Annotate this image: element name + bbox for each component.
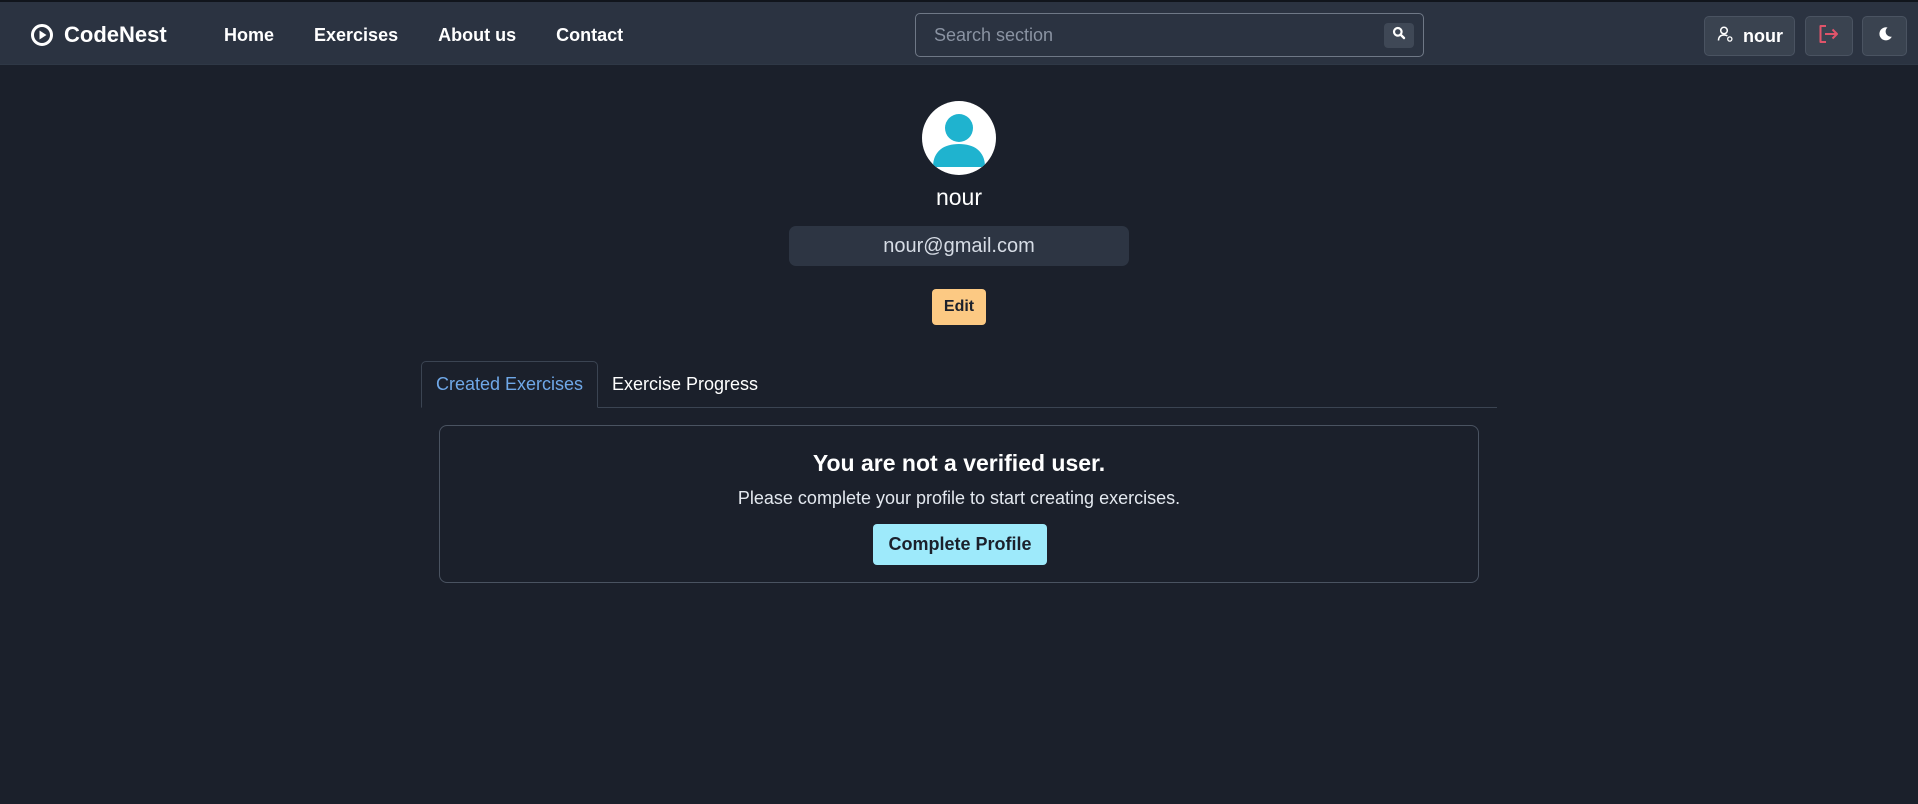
user-name-label: nour xyxy=(1743,25,1783,46)
tab-exercise-progress[interactable]: Exercise Progress xyxy=(602,361,768,408)
nav-link-contact[interactable]: Contact xyxy=(556,22,623,48)
complete-profile-button[interactable]: Complete Profile xyxy=(873,524,1047,565)
theme-toggle-button[interactable] xyxy=(1862,16,1907,56)
nav-link-about[interactable]: About us xyxy=(438,22,516,48)
play-circle-icon xyxy=(30,23,54,47)
email-display: nour@gmail.com xyxy=(789,226,1129,266)
logout-icon xyxy=(1818,24,1840,49)
verification-card: You are not a verified user. Please comp… xyxy=(439,425,1479,583)
user-icon xyxy=(1716,25,1734,48)
logout-button[interactable] xyxy=(1805,16,1853,56)
nav-link-exercises[interactable]: Exercises xyxy=(314,22,398,48)
verification-message: Please complete your profile to start cr… xyxy=(737,488,1181,508)
verification-title: You are not a verified user. xyxy=(812,450,1106,476)
edit-profile-button[interactable]: Edit xyxy=(932,289,986,325)
search-button[interactable] xyxy=(1384,23,1414,48)
tab-created-exercises[interactable]: Created Exercises xyxy=(421,361,598,408)
brand-name: CodeNest xyxy=(64,22,167,47)
navbar: CodeNest Home Exercises About us Contact xyxy=(0,0,1918,65)
nav-links: Home Exercises About us Contact xyxy=(224,22,623,48)
search-icon xyxy=(1392,26,1406,45)
user-avatar-icon xyxy=(933,114,985,167)
nav-link-home[interactable]: Home xyxy=(224,22,274,48)
search-input[interactable] xyxy=(916,14,1376,56)
search-box xyxy=(915,13,1424,57)
profile-name: nour xyxy=(935,184,983,210)
moon-icon xyxy=(1877,26,1893,47)
user-menu-button[interactable]: nour xyxy=(1704,16,1795,56)
avatar xyxy=(922,101,996,175)
brand-logo[interactable]: CodeNest xyxy=(30,20,167,50)
